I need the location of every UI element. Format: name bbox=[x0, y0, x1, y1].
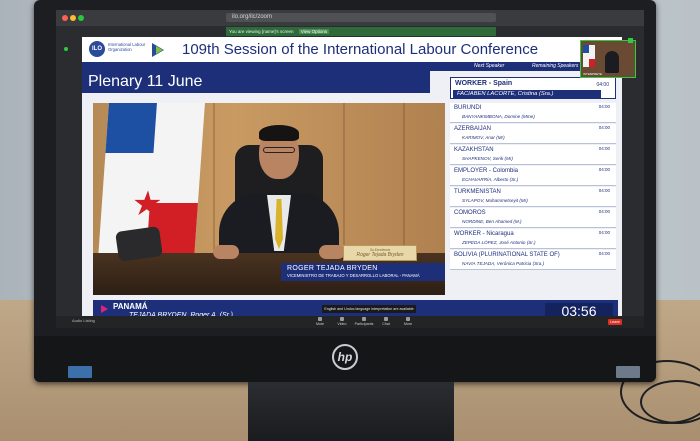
remaining-speakers-label: Remaining Speakers bbox=[532, 63, 579, 69]
speaker-header-bar: Next Speaker Remaining Speakers bbox=[82, 62, 622, 71]
session-title: Plenary 11 June bbox=[82, 71, 430, 93]
thumbnail-label: INTERPRETE bbox=[583, 72, 603, 76]
next-speaker-label: Next Speaker bbox=[474, 63, 505, 69]
list-item: BURUNDI 04:00 BANYANKIMBONA, Domine (Mme… bbox=[450, 103, 616, 123]
notification-text: You are viewing [name]'s screen bbox=[229, 29, 294, 34]
tab-title: ilo.org/ilc/zoom bbox=[232, 14, 273, 20]
speaker-name: SYLAPOV, Muhammetseyit (Mr) bbox=[462, 198, 528, 203]
glasses bbox=[263, 147, 295, 153]
speaker-country: KAZAKHSTAN bbox=[454, 147, 494, 153]
status-dot-icon bbox=[64, 47, 68, 51]
participants-button[interactable]: Participants bbox=[354, 317, 374, 326]
current-country: PANAMÁ bbox=[113, 302, 148, 311]
speaker-country: WORKER - Nicaragua bbox=[454, 231, 514, 237]
speaker-name: NORDINE, Ben Ahamed (M.) bbox=[462, 219, 522, 224]
view-options-button[interactable]: View Options bbox=[298, 29, 330, 34]
sticker bbox=[68, 366, 92, 378]
screen-share-notification: You are viewing [name]'s screen View Opt… bbox=[226, 27, 496, 36]
hp-logo-icon: hp bbox=[332, 344, 358, 370]
chat-button[interactable]: Chat bbox=[376, 317, 396, 326]
speaker-name: SHAPKENOV, Serik (Mr) bbox=[462, 156, 513, 161]
star-icon: ★ bbox=[130, 185, 164, 223]
audio-listing-label[interactable]: Audio Listing bbox=[72, 318, 95, 323]
speaker-video: ★ Su Excelencia Roger Tejada Bryden ROGE… bbox=[93, 103, 445, 295]
monitor-stand bbox=[248, 382, 454, 441]
play-icon bbox=[101, 305, 108, 313]
video-button[interactable]: Video bbox=[332, 317, 352, 326]
participants-icon bbox=[362, 317, 366, 321]
list-item: BOLIVIA (PLURINATIONAL STATE OF) 04:00 N… bbox=[450, 250, 616, 270]
interpretation-message: English and Undoc language interpretatio… bbox=[322, 305, 416, 313]
speaker-hand bbox=[213, 245, 239, 259]
mute-button[interactable]: Mute bbox=[310, 317, 330, 326]
speaker-name: KARIMOV, Anar (Mr) bbox=[462, 135, 505, 140]
close-window-icon[interactable] bbox=[62, 15, 68, 21]
speaker-name: ECHAVARRÍA, Alberto (Sr.) bbox=[462, 177, 519, 182]
participant-thumbnail[interactable]: INTERPRETE bbox=[580, 40, 636, 78]
speaker-time: 04:00 bbox=[598, 146, 610, 151]
ilo-logo-icon: ILO bbox=[89, 41, 105, 57]
speaker-hand bbox=[319, 245, 345, 259]
speaker-time: 04:00 bbox=[598, 125, 610, 130]
speaker-caption: ROGER TEJADA BRYDEN VICEMINISTRO DE TRAB… bbox=[281, 263, 445, 281]
list-item: KAZAKHSTAN 04:00 SHAPKENOV, Serik (Mr) bbox=[450, 145, 616, 165]
maximize-window-icon[interactable] bbox=[78, 15, 84, 21]
speaker-time: 04:00 bbox=[598, 230, 610, 235]
thumbnail-flag bbox=[583, 45, 595, 67]
leave-button[interactable]: Leave bbox=[608, 319, 622, 325]
session-date: 11/06/2021 bbox=[392, 84, 417, 90]
speaker-time: 04:00 bbox=[598, 209, 610, 214]
speaker-hair bbox=[259, 125, 299, 141]
nameplate-name: Roger Tejada Bryden bbox=[356, 252, 404, 258]
camera-icon bbox=[340, 317, 344, 321]
flag-red-field bbox=[589, 59, 595, 67]
speaker-country: BURUNDI bbox=[454, 105, 482, 111]
speaker-time: 04:00 bbox=[598, 251, 610, 256]
more-button[interactable]: More bbox=[398, 317, 418, 326]
speaker-country: BOLIVIA (PLURINATIONAL STATE OF) bbox=[454, 252, 560, 258]
browser-tab[interactable]: ilo.org/ilc/zoom bbox=[226, 13, 496, 22]
speaker-name: BANYANKIMBONA, Domine (Mme) bbox=[462, 114, 535, 119]
next-speaker-role: WORKER - Spain bbox=[455, 80, 513, 87]
more-icon bbox=[406, 317, 410, 321]
caption-name: ROGER TEJADA BRYDEN bbox=[287, 265, 378, 272]
flag-blue-field bbox=[583, 45, 589, 53]
conference-title: 109th Session of the International Labou… bbox=[182, 41, 539, 58]
speaker-country: AZERBAIJAN bbox=[454, 126, 492, 132]
conference-broadcast: ILO International Labour Organization 10… bbox=[82, 37, 622, 323]
list-item: WORKER - Nicaragua 04:00 ZEPEDA LÓPEZ, J… bbox=[450, 229, 616, 249]
caption-role: VICEMINISTRO DE TRABAJO Y DESARROLLO LAB… bbox=[287, 273, 420, 278]
speaker-time: 04:00 bbox=[598, 104, 610, 109]
speaker-country: TURKMENISTAN bbox=[454, 189, 501, 195]
next-speaker-name: FACIABEN LACORTE, Cristina (Sra.) bbox=[453, 90, 601, 99]
speaker-country: COMOROS bbox=[454, 210, 486, 216]
conference-header: ILO International Labour Organization 10… bbox=[82, 37, 622, 62]
microphone-icon bbox=[318, 317, 322, 321]
meeting-toolbar: Audio Listing Mute Video Participants Ch… bbox=[56, 316, 644, 328]
list-item: AZERBAIJAN 04:00 KARIMOV, Anar (Mr) bbox=[450, 124, 616, 144]
speaker-time: 04:00 bbox=[598, 167, 610, 172]
speaker-country: EMPLOYER - Colombia bbox=[454, 168, 519, 174]
sticker bbox=[616, 366, 640, 378]
list-item: COMOROS 04:00 NORDINE, Ben Ahamed (M.) bbox=[450, 208, 616, 228]
browser-toolbar: ilo.org/ilc/zoom bbox=[56, 10, 644, 26]
speaker-name: ZEPEDA LÓPEZ, José Antonio (Sr.) bbox=[462, 240, 536, 245]
minimize-window-icon[interactable] bbox=[70, 15, 76, 21]
thumbnail-person bbox=[605, 51, 619, 73]
desk-phone bbox=[115, 226, 163, 262]
list-item: EMPLOYER - Colombia 04:00 ECHAVARRÍA, Al… bbox=[450, 166, 616, 186]
nameplate: Su Excelencia Roger Tejada Bryden bbox=[343, 245, 417, 261]
list-item: TURKMENISTAN 04:00 SYLAPOV, Muhammetseyi… bbox=[450, 187, 616, 207]
speakers-list: WORKER - Spain 04:00 FACIABEN LACORTE, C… bbox=[450, 77, 616, 297]
speaker-name: NAVIA TEJADA, Verónica Patricia (Sra.) bbox=[462, 261, 545, 266]
screen: ilo.org/ilc/zoom You are viewing [name]'… bbox=[56, 10, 644, 328]
chevron-accent-icon bbox=[156, 46, 163, 54]
speaker-time: 04:00 bbox=[598, 188, 610, 193]
org-name: International Labour Organization bbox=[108, 42, 146, 52]
next-speaker-card: WORKER - Spain 04:00 FACIABEN LACORTE, C… bbox=[450, 77, 616, 99]
flag-blue-field bbox=[105, 103, 157, 153]
active-speaker-icon bbox=[628, 38, 633, 43]
next-speaker-time: 04:00 bbox=[596, 82, 609, 88]
chat-icon bbox=[384, 317, 388, 321]
